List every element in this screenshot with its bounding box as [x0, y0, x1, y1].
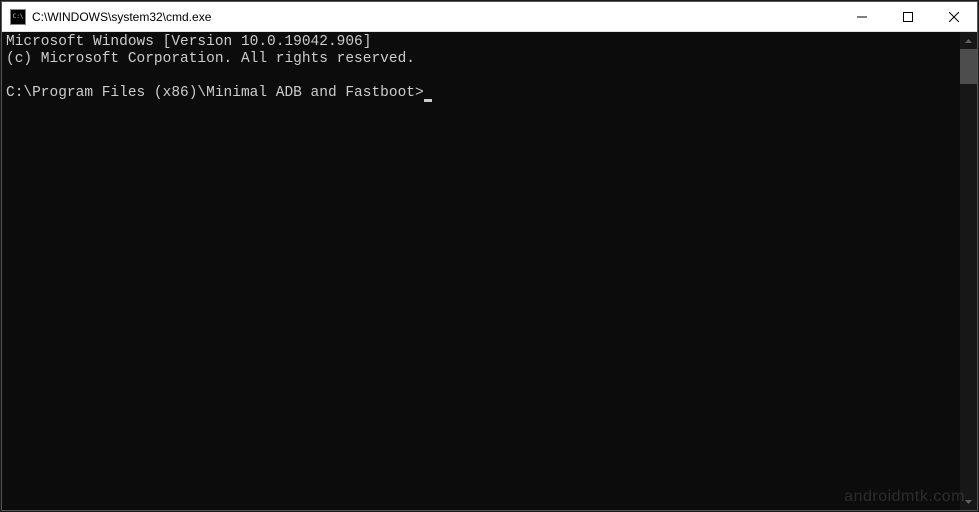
close-button[interactable] [931, 2, 977, 31]
maximize-icon [903, 12, 913, 22]
terminal-container: Microsoft Windows [Version 10.0.19042.90… [2, 32, 977, 510]
chevron-down-icon [965, 500, 972, 504]
minimize-icon [857, 12, 867, 22]
scroll-thumb[interactable] [960, 49, 977, 84]
terminal-line: (c) Microsoft Corporation. All rights re… [6, 51, 415, 67]
maximize-button[interactable] [885, 2, 931, 31]
terminal-line: Microsoft Windows [Version 10.0.19042.90… [6, 34, 371, 50]
cursor [424, 99, 432, 102]
terminal-prompt: C:\Program Files (x86)\Minimal ADB and F… [6, 85, 424, 101]
chevron-up-icon [965, 39, 972, 43]
scroll-track[interactable] [960, 49, 977, 493]
scroll-down-button[interactable] [960, 493, 977, 510]
titlebar[interactable]: C:\WINDOWS\system32\cmd.exe [2, 2, 977, 32]
cmd-icon [10, 9, 26, 25]
minimize-button[interactable] [839, 2, 885, 31]
window-title: C:\WINDOWS\system32\cmd.exe [32, 10, 839, 24]
scroll-up-button[interactable] [960, 32, 977, 49]
terminal-output[interactable]: Microsoft Windows [Version 10.0.19042.90… [2, 32, 960, 510]
close-icon [949, 12, 959, 22]
window-controls [839, 2, 977, 31]
vertical-scrollbar[interactable] [960, 32, 977, 510]
cmd-window: C:\WINDOWS\system32\cmd.exe Microsoft Wi [1, 1, 978, 511]
